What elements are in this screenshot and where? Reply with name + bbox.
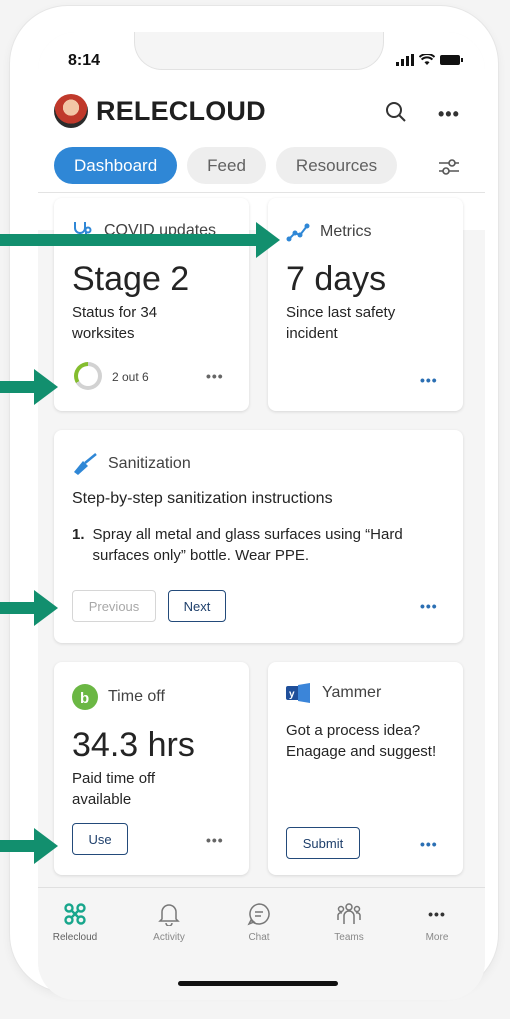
covid-more-icon[interactable]: ••• bbox=[206, 368, 224, 384]
status-time: 8:14 bbox=[68, 52, 101, 69]
step-text: Spray all metal and glass surfaces using… bbox=[92, 526, 403, 564]
timeoff-icon: b bbox=[72, 684, 98, 710]
nav-chat[interactable]: Chat bbox=[224, 902, 294, 943]
submit-button[interactable]: Submit bbox=[286, 827, 360, 859]
covid-stage-value: Stage 2 bbox=[72, 260, 190, 298]
device-notch bbox=[134, 32, 384, 70]
tab-dashboard[interactable]: Dashboard bbox=[54, 147, 178, 184]
header-more-icon[interactable]: ••• bbox=[438, 104, 460, 125]
callout-arrow-progress bbox=[0, 369, 58, 405]
tab-bar: Dashboard Feed Resources bbox=[54, 147, 398, 184]
metrics-card[interactable]: Metrics 7 days Since last safety inciden… bbox=[268, 198, 463, 411]
nav-activity[interactable]: Activity bbox=[134, 902, 204, 943]
next-button[interactable]: Next bbox=[168, 590, 226, 622]
metrics-subtitle: Since last safety incident bbox=[286, 304, 396, 342]
tab-feed[interactable]: Feed bbox=[187, 147, 266, 184]
progress-ring bbox=[74, 362, 102, 390]
previous-button[interactable]: Previous bbox=[72, 590, 156, 622]
timeoff-card-title: Time off bbox=[108, 688, 165, 705]
use-button[interactable]: Use bbox=[72, 823, 128, 855]
metrics-value: 7 days bbox=[286, 260, 387, 298]
app-screen: 8:14 RELECLOUD ••• Dashboard Feed Resour… bbox=[38, 32, 485, 1000]
yammer-text: Got a process idea? Enagage and suggest! bbox=[286, 722, 437, 760]
progress-label: 2 out 6 bbox=[112, 370, 149, 384]
teams-icon bbox=[337, 903, 361, 924]
timeoff-card[interactable]: b Time off 34.3 hrs Paid time off availa… bbox=[54, 662, 249, 875]
svg-text:y: y bbox=[289, 689, 295, 700]
bell-icon bbox=[158, 904, 180, 926]
sanitization-more-icon[interactable]: ••• bbox=[420, 598, 438, 614]
relecloud-icon bbox=[64, 903, 86, 925]
broom-icon bbox=[74, 453, 97, 475]
nav-relecloud-label: Relecloud bbox=[52, 932, 98, 943]
metrics-card-header: Metrics bbox=[286, 222, 372, 242]
covid-card[interactable]: COVID updates Stage 2 Status for 34 work… bbox=[54, 198, 249, 411]
nav-more-label: More bbox=[425, 932, 449, 943]
sanitization-card[interactable]: Sanitization Step-by-step sanitization i… bbox=[54, 430, 463, 643]
sanitization-heading: Step-by-step sanitization instructions bbox=[72, 490, 333, 507]
nav-teams[interactable]: Teams bbox=[314, 902, 384, 943]
search-icon[interactable] bbox=[384, 100, 408, 124]
timeoff-value: 34.3 hrs bbox=[72, 726, 195, 764]
metrics-more-icon[interactable]: ••• bbox=[420, 372, 438, 388]
wifi-icon bbox=[419, 54, 435, 65]
nav-more[interactable]: ••• More bbox=[402, 902, 472, 943]
header-divider bbox=[38, 192, 485, 193]
yammer-card-header: y Yammer bbox=[286, 682, 381, 704]
more-icon: ••• bbox=[428, 906, 446, 922]
sanitization-card-header: Sanitization bbox=[72, 452, 191, 476]
system-icons bbox=[396, 54, 463, 66]
yammer-card-title: Yammer bbox=[322, 684, 382, 701]
timeoff-card-header: b Time off bbox=[72, 684, 165, 710]
yammer-more-icon[interactable]: ••• bbox=[420, 836, 438, 852]
callout-arrow-metrics bbox=[0, 222, 280, 258]
metrics-card-title: Metrics bbox=[320, 223, 372, 240]
nav-teams-label: Teams bbox=[334, 932, 364, 943]
battery-icon bbox=[440, 55, 463, 65]
signal-icon bbox=[396, 54, 414, 66]
svg-text:b: b bbox=[80, 690, 89, 707]
tab-resources[interactable]: Resources bbox=[275, 147, 398, 184]
yammer-icon: y bbox=[286, 683, 310, 703]
chat-icon bbox=[247, 903, 270, 926]
callout-arrow-use bbox=[0, 828, 58, 864]
timeoff-subtitle: Paid time off available bbox=[72, 770, 156, 808]
app-title: RELECLOUD bbox=[96, 96, 266, 126]
nav-activity-label: Activity bbox=[153, 932, 185, 943]
nav-chat-label: Chat bbox=[248, 932, 270, 943]
timeoff-more-icon[interactable]: ••• bbox=[206, 832, 224, 848]
avatar[interactable] bbox=[54, 94, 88, 128]
filter-icon[interactable] bbox=[438, 156, 460, 178]
metrics-icon bbox=[286, 223, 310, 242]
yammer-card[interactable]: y Yammer Got a process idea? Enagage and… bbox=[268, 662, 463, 875]
nav-relecloud[interactable]: Relecloud bbox=[40, 902, 110, 943]
sanitization-card-title: Sanitization bbox=[108, 455, 191, 472]
home-indicator bbox=[178, 981, 338, 986]
callout-arrow-buttons bbox=[0, 590, 58, 626]
step-number: 1. bbox=[72, 526, 85, 543]
sanitization-step: 1. Spray all metal and glass surfaces us… bbox=[72, 524, 442, 566]
covid-subtitle: Status for 34 worksites bbox=[72, 304, 158, 342]
